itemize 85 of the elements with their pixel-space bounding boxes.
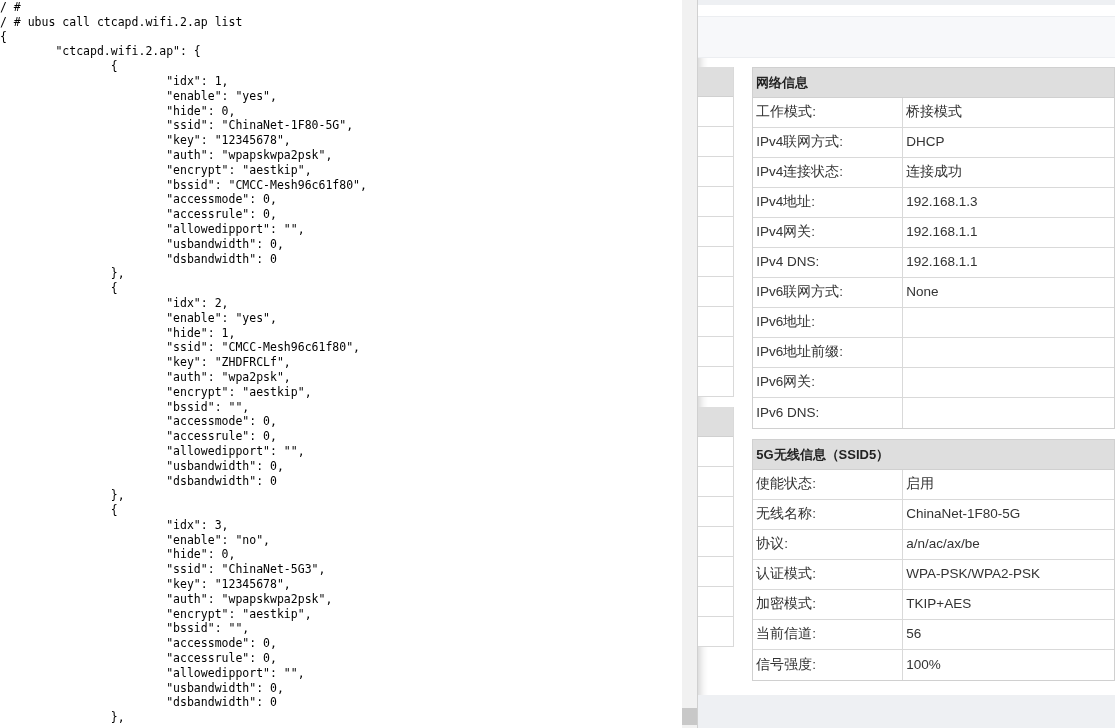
terminal-line: "bssid": "", xyxy=(165,399,250,415)
terminal-line: / # xyxy=(0,0,21,15)
terminal-line: "hide": 1, xyxy=(165,325,236,341)
field-label: 加密模式: xyxy=(756,595,817,614)
field-value: 192.168.1.3 xyxy=(906,193,978,212)
field-label: IPv6地址: xyxy=(756,313,816,332)
terminal-line: "accessrule": 0, xyxy=(165,651,277,666)
field-value: a/n/ac/ax/be xyxy=(906,535,980,554)
terminal-line: "accessmode": 0, xyxy=(165,636,277,652)
terminal-line: "key": "12345678", xyxy=(165,577,291,592)
terminal-line: "bssid": "", xyxy=(165,621,250,637)
terminal-line: "usbandwidth": 0, xyxy=(165,236,284,252)
field-label: IPv6地址前缀: xyxy=(756,343,844,362)
terminal-line: "ssid": "ChinaNet-1F80-5G", xyxy=(165,118,354,134)
terminal-line: "allowedipport": "", xyxy=(165,443,305,459)
field-label: 协议: xyxy=(756,535,789,554)
terminal-line: "auth": "wpapskwpa2psk", xyxy=(165,591,333,607)
field-label: IPv6 DNS: xyxy=(756,403,820,422)
terminal-line: "key": "12345678", xyxy=(165,133,291,148)
terminal-line: }, xyxy=(109,266,125,282)
field-label: IPv4联网方式: xyxy=(756,133,844,152)
field-value: 100% xyxy=(906,655,941,674)
terminal-line: "enable": "yes", xyxy=(165,310,277,326)
terminal-line: "allowedipport": "", xyxy=(165,665,305,681)
field-label: IPv4网关: xyxy=(756,223,816,242)
terminal-line: "ctcapd.wifi.2.ap": { xyxy=(54,44,201,60)
field-value: 启用 xyxy=(906,475,935,494)
field-label: IPv4 DNS: xyxy=(756,253,820,272)
field-value: 192.168.1.1 xyxy=(906,253,978,272)
terminal-line: "idx": 3, xyxy=(165,517,229,533)
terminal-line: }, xyxy=(109,710,125,726)
field-label: 认证模式: xyxy=(756,565,817,584)
field-label: 使能状态: xyxy=(756,475,817,494)
terminal-line: "accessrule": 0, xyxy=(165,429,277,444)
field-value: TKIP+AES xyxy=(906,595,972,614)
terminal-line: "dsbandwidth": 0 xyxy=(165,473,277,489)
terminal-line: "enable": "no", xyxy=(165,532,271,548)
field-label: IPv4连接状态: xyxy=(756,163,844,182)
terminal-line: "bssid": "CMCC-Mesh96c61f80", xyxy=(165,177,367,193)
terminal-line: "auth": "wpapskwpa2psk", xyxy=(165,147,333,163)
field-label: 信号强度: xyxy=(756,655,817,674)
field-value: 桥接模式 xyxy=(906,103,963,122)
field-label: IPv4地址: xyxy=(756,193,816,212)
field-value: ChinaNet-1F80-5G xyxy=(906,505,1021,524)
terminal-line: "encrypt": "aestkip", xyxy=(165,606,312,622)
terminal-line: { xyxy=(0,29,7,45)
terminal-line: "encrypt": "aestkip", xyxy=(165,384,312,400)
terminal-line: "encrypt": "aestkip", xyxy=(165,162,312,178)
terminal-line: "idx": 1, xyxy=(165,74,229,89)
field-label: IPv6网关: xyxy=(756,373,816,392)
field-value: 连接成功 xyxy=(906,163,963,182)
field-label: IPv6联网方式: xyxy=(756,283,844,302)
terminal-line: "idx": 2, xyxy=(165,295,229,311)
terminal-line: { xyxy=(109,281,118,296)
terminal-line: "dsbandwidth": 0 xyxy=(165,695,277,711)
terminal-line: "key": "ZHDFRCLf", xyxy=(165,355,291,370)
terminal-line: "hide": 0, xyxy=(165,547,236,563)
terminal-line: { xyxy=(109,59,118,74)
field-value: DHCP xyxy=(906,133,945,152)
terminal-line: "allowedipport": "", xyxy=(165,221,305,237)
field-label: 当前信道: xyxy=(756,625,817,644)
terminal-line: "usbandwidth": 0, xyxy=(165,458,284,474)
terminal-line: / # ubus call ctcapd.wifi.2.ap list xyxy=(0,14,243,30)
terminal-line: "accessmode": 0, xyxy=(165,414,277,430)
field-label: 工作模式: xyxy=(756,103,817,122)
field-label: 无线名称: xyxy=(756,505,817,524)
terminal-line: "ssid": "CMCC-Mesh96c61f80", xyxy=(165,340,361,356)
field-value: 56 xyxy=(906,625,922,644)
field-value: WPA-PSK/WPA2-PSK xyxy=(906,565,1041,584)
terminal-line: "hide": 0, xyxy=(165,103,236,119)
terminal-line: "accessmode": 0, xyxy=(165,192,277,208)
table-title: 5G无线信息（SSID5） xyxy=(756,445,890,464)
field-value: None xyxy=(906,283,939,302)
terminal-line: "ssid": "ChinaNet-5G3", xyxy=(165,562,326,578)
terminal-line: { xyxy=(109,503,118,518)
terminal-line: "enable": "yes", xyxy=(165,88,277,104)
terminal-line: }, xyxy=(109,488,125,504)
terminal-line: "usbandwidth": 0, xyxy=(165,680,284,696)
terminal-line: "accessrule": 0, xyxy=(165,207,277,222)
terminal-line: "auth": "wpa2psk", xyxy=(165,369,291,385)
scrollbar-thumb[interactable] xyxy=(682,708,697,725)
table-title: 网络信息 xyxy=(756,73,809,92)
terminal-line: "dsbandwidth": 0 xyxy=(165,251,277,267)
field-value: 192.168.1.1 xyxy=(906,223,978,242)
scrollbar[interactable] xyxy=(682,0,698,728)
